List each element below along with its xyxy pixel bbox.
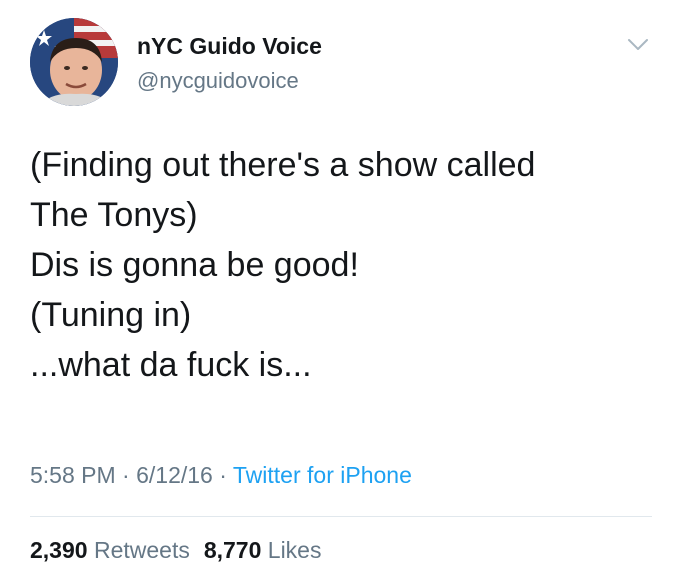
tweet-card: nYC Guido Voice @nycguidovoice (Finding …: [0, 0, 680, 584]
retweets-stat[interactable]: 2,390 Retweets: [30, 537, 190, 563]
meta-separator: ·: [219, 462, 227, 488]
tweet-line: (Tuning in): [30, 296, 192, 334]
likes-stat[interactable]: 8,770 Likes: [204, 537, 322, 563]
tweet-stats: 2,390 Retweets 8,770 Likes: [30, 537, 321, 564]
tweet-date[interactable]: 6/12/16: [136, 462, 213, 488]
chevron-down-icon[interactable]: [626, 36, 650, 54]
retweets-count: 2,390: [30, 537, 88, 563]
tweet-time[interactable]: 5:58 PM: [30, 462, 116, 488]
tweet-line: The Tonys): [30, 196, 198, 234]
author-display-name[interactable]: nYC Guido Voice: [137, 33, 322, 60]
retweets-label: Retweets: [93, 537, 190, 563]
author-avatar[interactable]: [30, 18, 118, 106]
meta-separator: ·: [122, 462, 130, 488]
tweet-source-link[interactable]: Twitter for iPhone: [233, 462, 412, 488]
tweet-line: (Finding out there's a show called: [30, 146, 536, 184]
tweet-text: (Finding out there's a show called The T…: [30, 140, 650, 390]
tweet-meta: 5:58 PM · 6/12/16 · Twitter for iPhone: [30, 462, 412, 489]
likes-label: Likes: [267, 537, 322, 563]
tweet-line: Dis is gonna be good!: [30, 246, 359, 284]
likes-count: 8,770: [203, 537, 262, 563]
divider: [30, 516, 652, 517]
tweet-line: ...what da fuck is...: [30, 346, 312, 384]
avatar-image: [30, 18, 118, 106]
author-handle[interactable]: @nycguidovoice: [137, 68, 299, 94]
